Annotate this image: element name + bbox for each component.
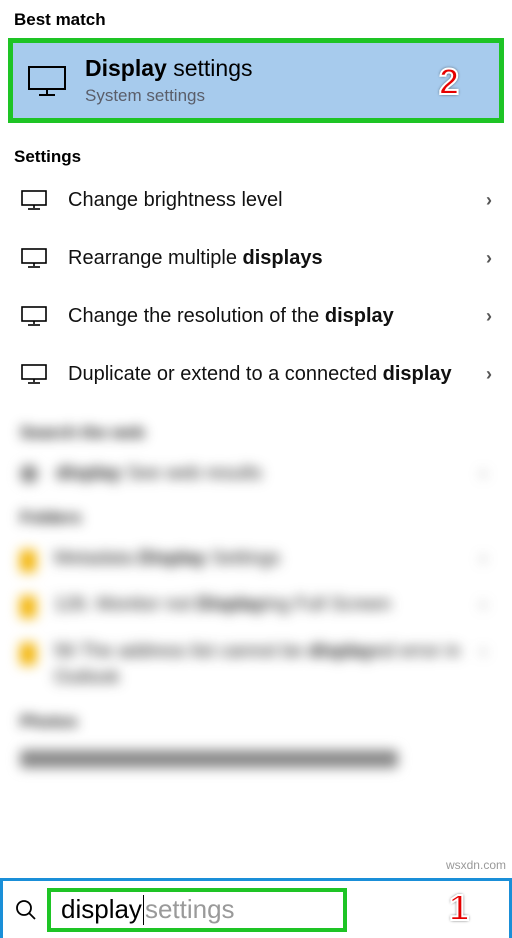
result-duplicate-extend[interactable]: Duplicate or extend to a connected displ…	[8, 345, 504, 403]
best-match-result[interactable]: Display settings System settings 2	[8, 38, 504, 123]
chevron-right-icon: ›	[481, 465, 486, 483]
result-label: Change the resolution of the display	[68, 303, 478, 330]
chevron-right-icon: ›	[486, 306, 492, 327]
chevron-right-icon: ›	[486, 364, 492, 385]
folder-label: 126. Monitor not Displaying Full Screen	[54, 592, 391, 619]
blurred-content: Search the web display See web results ›…	[0, 403, 512, 768]
chevron-right-icon: ›	[481, 643, 486, 661]
settings-results-list: Change brightness level › Rearrange mult…	[0, 171, 512, 403]
result-rearrange-displays[interactable]: Rearrange multiple displays ›	[8, 229, 504, 287]
best-match-text: Display settings System settings	[85, 55, 252, 106]
photo-row[interactable]	[20, 740, 492, 764]
folder-icon	[20, 596, 36, 618]
monitor-icon	[27, 65, 67, 97]
chevron-right-icon: ›	[481, 596, 486, 614]
best-match-subtitle: System settings	[85, 86, 252, 106]
folder-row[interactable]: 56 The address list cannot be displayed …	[20, 629, 492, 702]
watermark: wsxdn.com	[446, 858, 506, 872]
best-match-header: Best match	[0, 0, 512, 34]
search-bar: display settings 1	[0, 878, 512, 938]
search-icon	[20, 465, 38, 483]
monitor-icon	[20, 189, 48, 211]
folder-label: 56 The address list cannot be displayed …	[54, 639, 492, 692]
photos-header: Photos	[20, 712, 492, 732]
folder-label: Metadata Display Settings	[54, 546, 280, 573]
chevron-right-icon: ›	[486, 248, 492, 269]
folders-header: Folders	[20, 508, 492, 528]
folder-row[interactable]: Metadata Display Settings ›	[20, 536, 492, 583]
result-change-brightness[interactable]: Change brightness level ›	[8, 171, 504, 229]
monitor-icon	[20, 363, 48, 385]
folder-icon	[20, 550, 36, 572]
monitor-icon	[20, 247, 48, 269]
chevron-right-icon: ›	[481, 550, 486, 568]
result-label: Rearrange multiple displays	[68, 245, 478, 272]
web-result-label: display See web results	[56, 461, 262, 488]
settings-header: Settings	[0, 137, 512, 171]
search-input[interactable]: display settings	[47, 888, 347, 932]
best-match-title: Display settings	[85, 55, 252, 82]
text-caret	[143, 895, 144, 925]
annotation-badge-2: 2	[439, 61, 459, 103]
result-change-resolution[interactable]: Change the resolution of the display ›	[8, 287, 504, 345]
folder-icon	[20, 643, 36, 665]
chevron-right-icon: ›	[486, 190, 492, 211]
search-suggestion-text: settings	[145, 894, 235, 925]
search-icon	[13, 899, 39, 921]
annotation-badge-1: 1	[449, 887, 469, 929]
search-typed-text: display	[61, 894, 142, 925]
web-result-row[interactable]: display See web results ›	[20, 451, 492, 498]
monitor-icon	[20, 305, 48, 327]
result-label: Duplicate or extend to a connected displ…	[68, 361, 478, 388]
folder-row[interactable]: 126. Monitor not Displaying Full Screen …	[20, 582, 492, 629]
search-web-header: Search the web	[20, 423, 492, 443]
result-label: Change brightness level	[68, 187, 478, 214]
